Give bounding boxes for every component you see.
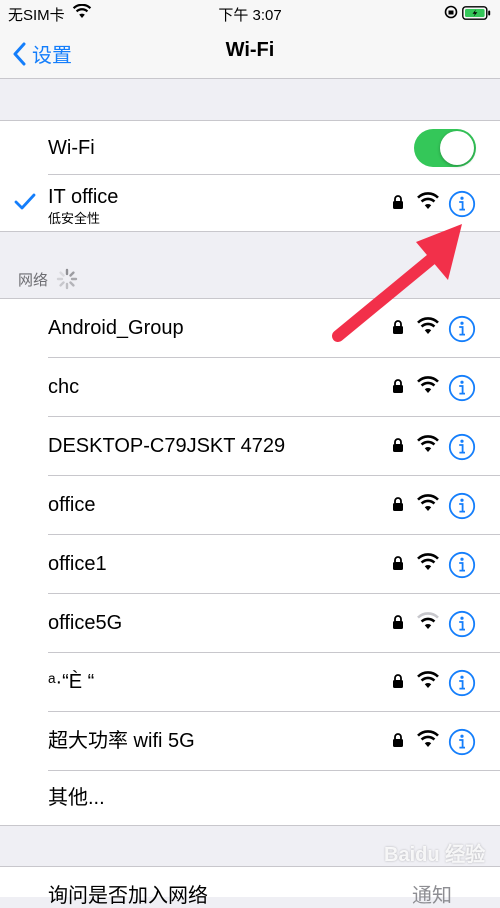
current-network-security: 低安全性 [48,211,101,226]
network-row[interactable]: chc [0,358,500,417]
wifi-toggle-switch[interactable] [414,129,476,167]
lock-icon [392,438,404,457]
network-name: 超大功率 wifi 5G [48,730,195,752]
network-row[interactable]: ᵃ·“È “ [0,653,500,712]
wifi-signal-icon [416,671,440,694]
other-network-row[interactable]: 其他... [0,771,500,825]
network-name: chc [48,376,80,398]
annotation-arrow-icon [332,224,462,342]
page-title: Wi-Fi [225,39,275,61]
network-name: Android_Group [48,317,184,339]
network-row[interactable]: DESKTOP-C79JSKT 4729 [0,417,500,476]
info-icon[interactable] [448,433,476,466]
wifi-signal-icon [416,435,440,458]
lock-icon [392,733,404,752]
network-row[interactable]: office5G [0,594,500,653]
lock-icon [392,674,404,693]
lock-icon [392,195,404,214]
network-name: office5G [48,612,123,634]
wifi-signal-icon [416,494,440,517]
navigation-bar: 设置 Wi-Fi [0,26,500,79]
ask-join-value: 通知 [412,885,452,907]
wifi-settings-group: Wi-Fi IT office 低安全性 [0,120,500,232]
rotation-lock-icon [444,5,458,23]
info-icon[interactable] [448,728,476,761]
network-name: office1 [48,553,107,575]
wifi-signal-icon [416,553,440,576]
lock-icon [392,615,404,634]
network-row[interactable]: office [0,476,500,535]
loading-spinner-icon [56,268,78,290]
status-bar: 无SIM卡 下午 3:07 [0,0,500,26]
network-row[interactable]: office1 [0,535,500,594]
wifi-signal-weak-icon [416,612,440,635]
other-network-label: 其他... [48,787,105,809]
network-name: ᵃ·“È “ [48,671,95,693]
network-name: DESKTOP-C79JSKT 4729 [48,435,286,457]
wifi-toggle-row: Wi-Fi [0,121,500,175]
checkmark-icon [14,193,36,216]
wifi-signal-icon [416,730,440,753]
networks-list: Android_Group chc DESKTOP-C79JSKT 4729 o… [0,298,500,826]
battery-icon [462,6,492,24]
lock-icon [392,379,404,398]
info-icon[interactable] [448,374,476,407]
info-icon[interactable] [448,669,476,702]
status-time: 下午 3:07 [218,7,282,24]
lock-icon [392,556,404,575]
wifi-toggle-label: Wi-Fi [48,137,95,159]
network-name: office [48,494,96,516]
info-icon[interactable] [448,610,476,643]
current-network-name: IT office [48,186,119,208]
networks-section-header: 网络 [18,268,78,290]
info-icon[interactable] [448,551,476,584]
lock-icon [392,497,404,516]
info-icon[interactable] [448,492,476,525]
ask-join-row[interactable]: 询问是否加入网络 通知 [0,866,500,907]
networks-header-label: 网络 [18,271,49,289]
watermark-logo: Baidu 经验 [384,844,486,866]
wifi-signal-icon [416,192,440,215]
wifi-signal-icon [416,376,440,399]
ask-join-label: 询问是否加入网络 [48,885,208,907]
toggle-knob [440,131,474,165]
network-row[interactable]: 超大功率 wifi 5G [0,712,500,771]
